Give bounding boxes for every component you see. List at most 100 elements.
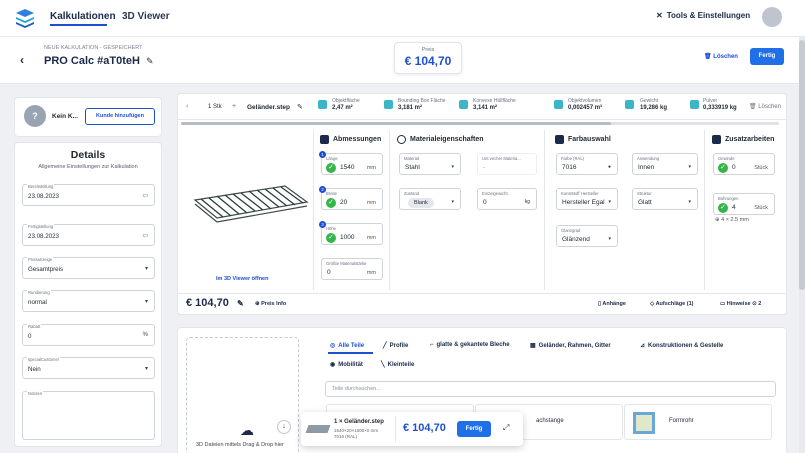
weight-icon — [625, 100, 634, 109]
field-unit: Stück — [754, 165, 768, 171]
calendar-icon[interactable]: ▭ — [142, 192, 148, 199]
check-icon: ✓ — [326, 233, 336, 243]
width-input[interactable]: 2 Breite ✓ 20 mm — [319, 186, 383, 210]
delete-button[interactable]: 🗑 Löschen — [704, 53, 738, 60]
cat-railings[interactable]: ▦ Geländer, Rahmen, Gitter — [530, 342, 611, 350]
field-unit: mm — [366, 235, 376, 241]
chevron-down-icon: ▾ — [608, 236, 611, 242]
quantity-value[interactable]: 1 Stk — [208, 104, 222, 110]
page-title: PRO Calc #aT0teH — [44, 55, 140, 67]
delete-part-label: Löschen — [758, 104, 781, 110]
delete-part-button[interactable]: 🗑 Löschen — [749, 103, 781, 110]
field-value: Glatt — [638, 199, 652, 206]
field-label: Breite — [326, 191, 337, 196]
cat-all-parts[interactable]: ◎ Alle Teile — [330, 342, 364, 350]
field-value: 0 — [327, 269, 331, 276]
field-value: Hersteller Egal — [562, 199, 605, 206]
material-select[interactable]: Material Stahl ▾ — [399, 153, 461, 175]
surcharges-link[interactable]: ◇ Aufschläge (1) — [650, 301, 693, 307]
ral-color-select[interactable]: Farbe (RAL) 7016 ● — [556, 153, 618, 175]
height-input[interactable]: 3 Höhe ✓ 1000 mm — [319, 221, 383, 245]
field-label: Gewinde — [718, 156, 735, 161]
stat-value: 3,181 m² — [398, 105, 423, 111]
bounding-box-icon — [384, 100, 393, 109]
palette-icon[interactable]: ● — [608, 164, 611, 170]
price-value: € 104,70 — [404, 54, 452, 68]
tools-settings-link[interactable]: ✕ Tools & Einstellungen — [656, 11, 750, 20]
cat-mobility[interactable]: ◉ Mobilität — [330, 361, 363, 369]
length-input[interactable]: 1 Länge ✓ 1540 mm — [319, 151, 383, 175]
step-3-badge: 3 — [319, 221, 326, 228]
field-unit: Stück — [754, 205, 768, 211]
cat-profiles[interactable]: ╱ Profile — [383, 342, 408, 350]
rounding-select[interactable]: Rundierung normal ▾ — [22, 290, 155, 312]
thread-count-input[interactable]: Gewinde ✓ 0 Stück — [713, 153, 775, 175]
provision-date-field[interactable]: Bereitstellung 23.08.2023 ▭ — [22, 184, 155, 206]
tab-kalkulationen[interactable]: Kalkulationen — [50, 11, 116, 22]
extra-section-title: Zusatzarbeiten — [712, 135, 774, 144]
formrohr-thumbnail-icon — [633, 412, 655, 434]
manufacturer-select[interactable]: Kunststoff Hersteller Hersteller Egal ▾ — [556, 188, 618, 210]
price-info-link[interactable]: ⊕ Preis Info — [255, 301, 286, 307]
price-display-select[interactable]: Preisanzeige Gesamtpreis ▾ — [22, 257, 155, 279]
check-icon: ✓ — [326, 198, 336, 208]
active-tab-underline — [50, 24, 107, 26]
special-customer-select[interactable]: specialCustomer Nein ▾ — [22, 357, 155, 379]
increment-qty-button[interactable]: + — [232, 103, 236, 110]
thickness-input[interactable]: Größte Materialstärke 0 mm — [321, 258, 383, 280]
open-3d-viewer-link[interactable]: Im 3D Viewer öffnen — [216, 276, 268, 282]
notes-textarea[interactable]: Notizen — [22, 391, 155, 440]
stat-volume: Objektvolumen 0,002457 m³ — [568, 98, 602, 111]
done-button[interactable]: Fertig — [750, 48, 784, 65]
back-arrow-icon[interactable]: ‹ — [20, 53, 24, 67]
download-arrow-icon[interactable]: ↓ — [277, 420, 291, 434]
app-logo-icon[interactable] — [14, 7, 36, 29]
divider — [313, 130, 314, 290]
chevron-down-icon: ▾ — [688, 164, 691, 170]
part-3d-preview[interactable] — [181, 130, 313, 290]
parts-search-input[interactable]: Teile durchsuchen... — [325, 381, 776, 397]
unit-weight-input[interactable]: Einzelgewicht 0 kg — [477, 188, 537, 210]
extra-title: Zusatzarbeiten — [725, 136, 775, 143]
user-avatar[interactable] — [762, 7, 782, 27]
field-label: Rabatt — [27, 324, 42, 329]
tab-3d-viewer[interactable]: 3D Viewer — [122, 11, 170, 22]
discount-field[interactable]: Rabatt 0% — [22, 324, 155, 346]
edit-part-pencil-icon[interactable]: ✎ — [297, 103, 303, 111]
edit-price-pencil-icon[interactable]: ✎ — [237, 299, 244, 308]
cat-constructions[interactable]: ⊿ Konstruktionen & Gestelle — [640, 342, 723, 350]
part-price: € 104,70 — [186, 297, 229, 309]
gloss-select[interactable]: Glanzgrad Glänzend ▾ — [556, 225, 618, 247]
popup-done-button[interactable]: Fertig — [457, 421, 491, 437]
field-value: Innen — [638, 164, 655, 171]
hints-link[interactable]: ▭ Hinweise ⊙ 2 — [720, 301, 761, 307]
application-select[interactable]: Anwendung Innen ▾ — [632, 153, 698, 175]
field-value: 4 — [732, 204, 736, 211]
calendar-icon[interactable]: ▭ — [142, 232, 148, 239]
expand-icon[interactable]: ⤢ — [503, 423, 509, 433]
extra-work-icon — [712, 135, 721, 144]
decrement-qty-button[interactable]: ‹ — [186, 103, 188, 110]
tile-label: Formrohr — [669, 418, 694, 424]
attachments-link[interactable]: ▯ Anhänge — [598, 301, 626, 307]
part-filename: Geländer.step — [247, 104, 290, 111]
completion-date-field[interactable]: Fertigstellung 23.08.2023 ▭ — [22, 224, 155, 246]
add-customer-button[interactable]: Kunde hinzufügen — [85, 108, 155, 125]
drill-spec-text: 4 × 2.5 mm — [721, 217, 749, 223]
state-select[interactable]: Zustand Blank ▾ — [399, 188, 461, 210]
structure-select[interactable]: Struktur Glatt ▾ — [632, 188, 698, 210]
cat-small-parts[interactable]: ╲ Kleinteile — [381, 361, 414, 369]
page-scroll-thumb[interactable] — [799, 40, 805, 290]
stat-value: 0,333919 kg — [703, 105, 737, 111]
material-section-title: Materialeigenschaften — [397, 135, 484, 144]
field-value: 23.08.2023 — [28, 233, 59, 240]
divider — [544, 130, 545, 290]
edit-title-pencil-icon[interactable]: ✎ — [146, 56, 154, 67]
divider — [704, 130, 705, 290]
drill-count-input[interactable]: Bohrungen ✓ 4 Stück — [713, 193, 775, 215]
upload-cloud-icon: ☁ — [240, 422, 254, 438]
toolbar-scroll-thumb[interactable] — [181, 122, 611, 125]
details-title: Details — [70, 149, 106, 161]
cat-sheets[interactable]: ⌐ glatte & gekantete Bleche — [430, 342, 510, 348]
part-tile[interactable]: Formrohr — [624, 404, 772, 440]
